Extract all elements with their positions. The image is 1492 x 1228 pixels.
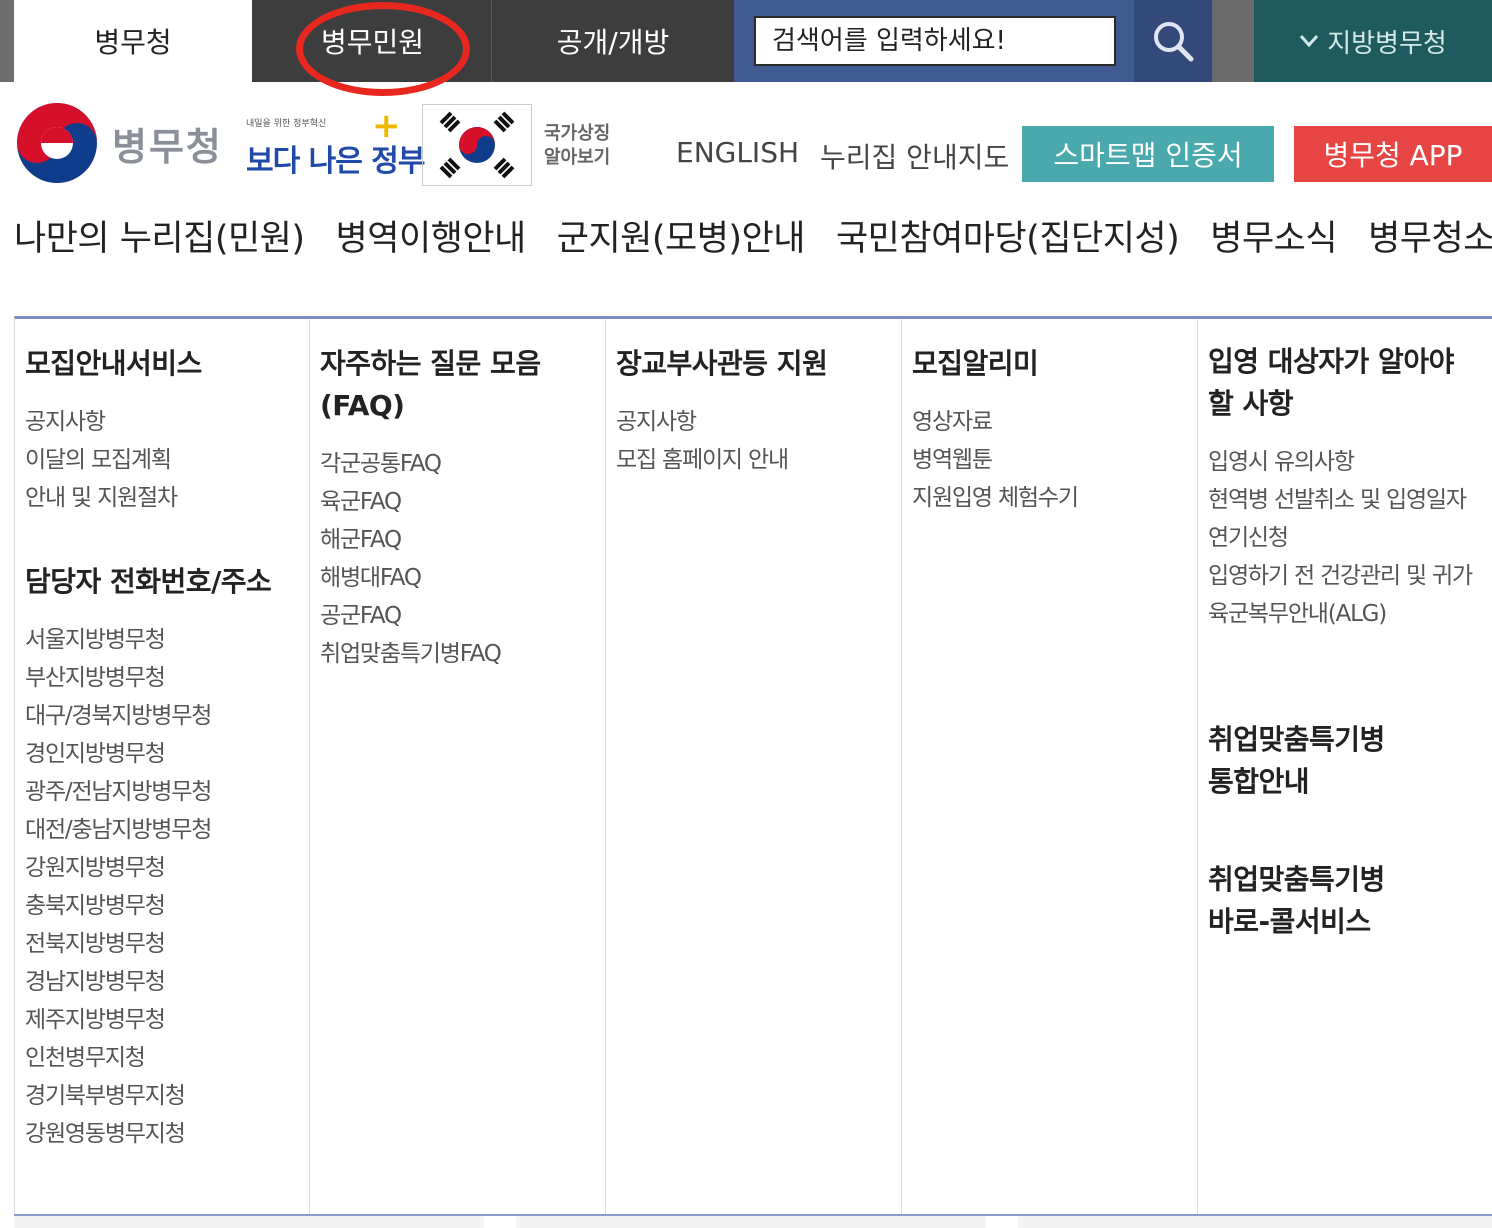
menu-link[interactable]: 공지사항 <box>616 403 788 441</box>
slogan-small-text: 내일을 위한 정부혁신 <box>246 119 327 129</box>
menu-column-enlistment-info: 입영 대상자가 알아야 할 사항 입영시 유의사항 현역병 선발취소 및 입영일… <box>1198 319 1492 1214</box>
menu-link[interactable]: 안내 및 지원절차 <box>25 479 178 517</box>
menu-link[interactable]: 이달의 모집계획 <box>25 441 177 479</box>
mma-app-button[interactable]: 병무청 APP <box>1294 126 1492 182</box>
menu-link[interactable]: 해군FAQ <box>320 521 501 559</box>
regional-office-dropdown[interactable]: 지방병무청 <box>1254 0 1492 82</box>
menu-link[interactable]: 광주/전남지방병무청 <box>25 773 212 811</box>
top-bar-edge <box>0 0 14 82</box>
menu-link[interactable]: 각군공통FAQ <box>320 445 501 483</box>
column-heading-line2[interactable]: (FAQ) <box>320 385 541 427</box>
gov-slogan-logo[interactable]: 내일을 위한 정부혁신 보다 나은 정부 + <box>244 106 425 186</box>
menu-link[interactable]: 대전/충남지방병무청 <box>25 811 212 849</box>
mma-logo-text: 병무청 <box>112 123 223 169</box>
menu-link[interactable]: 입영시 유의사항 <box>1208 443 1472 481</box>
menu-link[interactable]: 인천병무지청 <box>25 1039 211 1077</box>
column-heading[interactable]: 입영 대상자가 알아야 <box>1208 341 1454 383</box>
menu-link[interactable]: 육군FAQ <box>320 483 501 521</box>
menu-link[interactable]: 지원입영 체험수기 <box>912 479 1079 517</box>
national-flag[interactable] <box>422 104 532 186</box>
search-icon <box>1154 22 1194 62</box>
menu-column-recruit-alert: 모집알리미 영상자료 병역웹툰 지원입영 체험수기 <box>902 319 1198 1214</box>
menu-link[interactable]: 현역병 선발취소 및 입영일자 <box>1208 481 1472 519</box>
menu-link[interactable]: 연기신청 <box>1208 519 1472 557</box>
mega-menu: 모집안내서비스 공지사항 이달의 모집계획 안내 및 지원절차 담당자 전화번호… <box>14 316 1492 1214</box>
taegeuk-emblem-icon <box>17 103 97 183</box>
column-heading[interactable]: 장교부사관등 지원 <box>616 343 828 385</box>
menu-link[interactable]: 모집 홈페이지 안내 <box>616 441 789 479</box>
menu-link[interactable]: 경남지방병무청 <box>25 963 211 1001</box>
menu-link[interactable]: 강원지방병무청 <box>25 849 211 887</box>
chevron-down-icon <box>1300 35 1319 48</box>
bottom-bar-gap <box>484 1216 516 1228</box>
nav-my-homepage[interactable]: 나만의 누리집(민원) <box>14 210 305 266</box>
english-link[interactable]: ENGLISH <box>676 136 799 169</box>
menu-link[interactable]: 공군FAQ <box>320 597 501 635</box>
menu-link[interactable]: 충북지방병무청 <box>25 887 211 925</box>
search-button[interactable] <box>1134 0 1212 82</box>
column-heading-line2[interactable]: 바로-콜서비스 <box>1208 901 1385 943</box>
nav-military-service-guide[interactable]: 병역이행안내 <box>336 210 527 266</box>
menu-link[interactable]: 영상자료 <box>912 403 1078 441</box>
column-heading-line2[interactable]: 통합안내 <box>1208 761 1385 803</box>
menu-column-recruitment: 모집안내서비스 공지사항 이달의 모집계획 안내 및 지원절차 담당자 전화번호… <box>15 319 310 1214</box>
menu-column-officer-support: 장교부사관등 지원 공지사항 모집 홈페이지 안내 <box>606 319 902 1214</box>
menu-link[interactable]: 서울지방병무청 <box>25 621 211 659</box>
menu-link[interactable]: 강원영동병무지청 <box>25 1115 211 1153</box>
menu-link[interactable]: 공지사항 <box>25 403 177 441</box>
menu-link[interactable]: 경기북부병무지청 <box>25 1077 211 1115</box>
menu-link[interactable]: 육군복무안내(ALG) <box>1208 595 1472 633</box>
menu-link[interactable]: 전북지방병무청 <box>25 925 211 963</box>
column-heading[interactable]: 자주하는 질문 모음 <box>320 343 541 385</box>
smart-certificate-button[interactable]: 스마트맵 인증서 <box>1022 126 1274 182</box>
taegukgi-icon <box>439 111 515 179</box>
top-bar-gap <box>1212 0 1254 82</box>
menu-link[interactable]: 해병대FAQ <box>320 559 501 597</box>
column-heading[interactable]: 담당자 전화번호/주소 <box>25 561 272 603</box>
nav-news[interactable]: 병무소식 <box>1210 210 1337 266</box>
main-nav: 나만의 누리집(민원) 병역이행안내 군지원(모병)안내 국민참여마당(집단지성… <box>14 210 1492 266</box>
tab-mma[interactable]: 병무청 <box>14 0 252 82</box>
bottom-bar-gap <box>986 1216 1018 1228</box>
sitemap-link[interactable]: 누리집 안내지도 <box>820 136 1009 176</box>
column-heading[interactable]: 취업맞춤특기병 <box>1208 719 1385 761</box>
search-input[interactable] <box>754 16 1116 66</box>
column-heading[interactable]: 모집안내서비스 <box>25 343 202 385</box>
menu-link[interactable]: 병역웹툰 <box>912 441 1078 479</box>
menu-link[interactable]: 부산지방병무청 <box>25 659 211 697</box>
tab-open-disclosure[interactable]: 공개/개방 <box>494 0 732 82</box>
regional-office-label: 지방병무청 <box>1327 28 1447 59</box>
nav-military-application-guide[interactable]: 군지원(모병)안내 <box>557 210 806 266</box>
column-heading-line2[interactable]: 할 사항 <box>1208 383 1454 425</box>
nav-public-participation[interactable]: 국민참여마당(집단지성) <box>836 210 1180 266</box>
national-symbol-link[interactable]: 국가상징 알아보기 <box>544 122 624 170</box>
menu-link[interactable]: 제주지방병무청 <box>25 1001 211 1039</box>
menu-link[interactable]: 경인지방병무청 <box>25 735 211 773</box>
menu-link[interactable]: 입영하기 전 건강관리 및 귀가 <box>1208 557 1473 595</box>
menu-column-faq: 자주하는 질문 모음 (FAQ) 각군공통FAQ 육군FAQ 해군FAQ 해병대… <box>310 319 606 1214</box>
column-heading[interactable]: 모집알리미 <box>912 343 1039 385</box>
mma-logo[interactable]: 병무청 <box>14 100 223 186</box>
tab-civil-service[interactable]: 병무민원 <box>254 0 492 82</box>
menu-link[interactable]: 취업맞춤특기병FAQ <box>320 635 502 673</box>
nav-about[interactable]: 병무청소개 <box>1368 210 1492 266</box>
plus-icon: + <box>372 106 401 146</box>
column-heading[interactable]: 취업맞춤특기병 <box>1208 859 1385 901</box>
menu-link[interactable]: 대구/경북지방병무청 <box>25 697 212 735</box>
